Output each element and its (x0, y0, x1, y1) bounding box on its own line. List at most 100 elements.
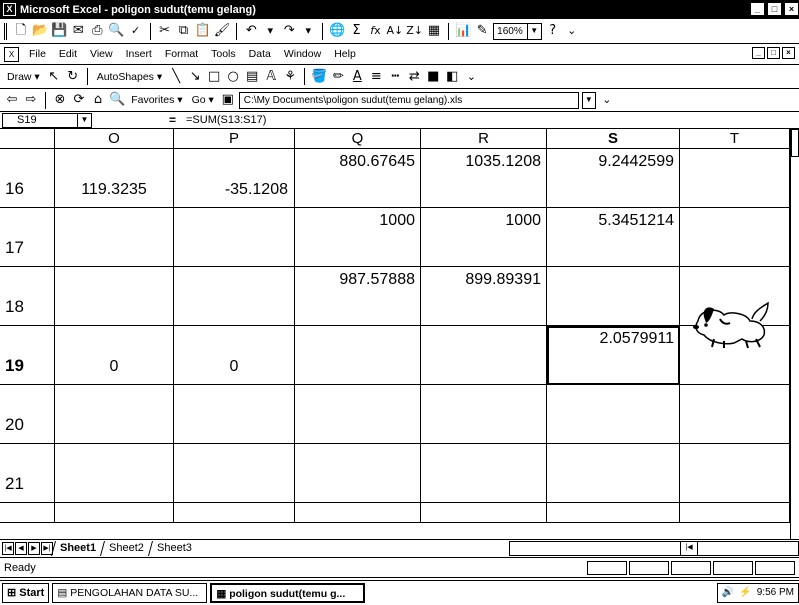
oval-icon[interactable]: ○ (225, 68, 241, 86)
cell-p19[interactable]: 0 (174, 326, 295, 385)
print-preview-icon[interactable]: 🔍 (108, 22, 124, 40)
zoom-combo[interactable]: 160% ▼ (493, 22, 542, 40)
save-icon[interactable]: 💾 (51, 22, 67, 40)
arrow-icon[interactable]: ↘ (187, 68, 203, 86)
cell-p16[interactable]: -35.1208 (174, 149, 295, 208)
textbox-icon[interactable]: ▤ (244, 68, 260, 86)
cell-r20[interactable] (421, 385, 547, 444)
row-header-19[interactable]: 19 (0, 326, 55, 385)
close-button[interactable]: × (784, 2, 799, 16)
cell-s18[interactable] (547, 267, 680, 326)
cell-o21[interactable] (55, 444, 174, 503)
minimize-button[interactable]: _ (750, 2, 765, 16)
clock[interactable]: 9:56 PM (757, 584, 794, 602)
menu-insert[interactable]: Insert (121, 48, 157, 60)
copy-icon[interactable]: ⧉ (176, 22, 192, 40)
menu-window[interactable]: Window (279, 48, 326, 60)
refresh-icon[interactable]: ⟳ (71, 91, 87, 109)
stop-icon[interactable]: ⊗ (52, 91, 68, 109)
maximize-button[interactable]: □ (767, 2, 782, 16)
cell-o16[interactable]: 119.3235 (55, 149, 174, 208)
toolbar-grip[interactable] (4, 22, 7, 40)
toolbar-options-icon[interactable]: ⌄ (564, 22, 580, 40)
line-icon[interactable]: ╲ (168, 68, 184, 86)
formula-input[interactable]: =SUM(S13:S17) (182, 114, 266, 126)
cell-p18[interactable] (174, 267, 295, 326)
free-rotate-icon[interactable]: ↻ (65, 68, 81, 86)
row-header-17[interactable]: 17 (0, 208, 55, 267)
cell-r18[interactable]: 899.89391 (421, 267, 547, 326)
cell-o18[interactable] (55, 267, 174, 326)
row-header-20[interactable]: 20 (0, 385, 55, 444)
toolbar-options-icon[interactable]: ⌄ (599, 91, 615, 109)
cell-s21[interactable] (547, 444, 680, 503)
cell-t16[interactable] (680, 149, 790, 208)
wordart-icon[interactable]: 𝔸 (263, 68, 279, 86)
cell-q17[interactable]: 1000 (295, 208, 421, 267)
taskbar-item-word[interactable]: ▤ PENGOLAHAN DATA SU... (52, 583, 208, 603)
column-header-t[interactable]: T (680, 129, 790, 149)
cell-partial[interactable] (174, 503, 295, 523)
network-icon[interactable]: ⚡ (739, 584, 751, 602)
row-header-partial[interactable] (0, 503, 55, 523)
excel-app-icon[interactable]: X (3, 3, 16, 16)
column-header-r[interactable]: R (421, 129, 547, 149)
scrollbar-thumb[interactable]: |◀ (680, 542, 698, 555)
cut-icon[interactable]: ✂ (157, 22, 173, 40)
sheet-tab-3[interactable]: Sheet3 (147, 541, 200, 556)
workbook-minimize-button[interactable]: _ (752, 47, 765, 59)
toolbar-options-icon[interactable]: ⌄ (463, 68, 479, 86)
cell-o20[interactable] (55, 385, 174, 444)
redo-icon[interactable]: ↷ (281, 22, 297, 40)
volume-icon[interactable]: 🔊 (722, 584, 734, 602)
cell-r16[interactable]: 1035.1208 (421, 149, 547, 208)
rectangle-icon[interactable]: □ (206, 68, 222, 86)
menu-edit[interactable]: Edit (54, 48, 82, 60)
select-objects-icon[interactable]: ↖ (46, 68, 62, 86)
drawing-icon[interactable]: ✎ (474, 22, 490, 40)
address-dropdown[interactable]: ▼ (581, 91, 596, 109)
select-all-corner[interactable] (0, 129, 55, 149)
workbook-icon[interactable]: X (4, 46, 19, 62)
horizontal-scrollbar[interactable]: |◀ (509, 541, 799, 556)
cell-t21[interactable] (680, 444, 790, 503)
search-web-icon[interactable]: 🔍 (109, 91, 125, 109)
help-icon[interactable]: ? (545, 22, 561, 40)
format-painter-icon[interactable]: 🖌 (214, 22, 231, 40)
cell-partial[interactable] (547, 503, 680, 523)
cell-p20[interactable] (174, 385, 295, 444)
cell-r17[interactable]: 1000 (421, 208, 547, 267)
home-icon[interactable]: ⌂ (90, 91, 106, 109)
cell-p21[interactable] (174, 444, 295, 503)
column-header-q[interactable]: Q (295, 129, 421, 149)
sheet-tab-2[interactable]: Sheet2 (100, 541, 152, 556)
autoshapes-menu[interactable]: AutoShapes ▾ (94, 71, 165, 83)
cell-r19[interactable] (421, 326, 547, 385)
cell-s17[interactable]: 5.3451214 (547, 208, 680, 267)
autofilter-icon[interactable]: ▦ (426, 22, 442, 40)
spelling-icon[interactable]: ✓ (128, 22, 144, 40)
row-header-18[interactable]: 18 (0, 267, 55, 326)
print-icon[interactable]: ⎙ (89, 22, 105, 40)
cell-o17[interactable] (55, 208, 174, 267)
line-color-icon[interactable]: ✏ (330, 68, 346, 86)
next-sheet-icon[interactable]: ▶ (28, 542, 40, 555)
dash-style-icon[interactable]: ┅ (387, 68, 403, 86)
clipart-icon[interactable]: ⚘ (282, 68, 298, 86)
open-icon[interactable]: 📂 (32, 22, 48, 40)
menu-help[interactable]: Help (329, 48, 361, 60)
taskbar-item-excel[interactable]: ▦ poligon sudut(temu g... (210, 583, 366, 603)
show-only-web-toolbar-icon[interactable]: ▣ (220, 91, 236, 109)
cell-q18[interactable]: 987.57888 (295, 267, 421, 326)
undo-icon[interactable]: ↶ (243, 22, 259, 40)
cell-partial[interactable] (680, 503, 790, 523)
cell-s16[interactable]: 9.2442599 (547, 149, 680, 208)
office-assistant-dog[interactable] (690, 299, 774, 349)
chart-wizard-icon[interactable]: 📊 (455, 22, 471, 40)
paste-icon[interactable]: 📋 (195, 22, 211, 40)
name-box[interactable]: S19 ▼ (2, 112, 92, 128)
sort-ascending-icon[interactable]: A↓ (386, 22, 403, 40)
workbook-close-button[interactable]: × (782, 47, 795, 59)
cell-t17[interactable] (680, 208, 790, 267)
arrow-style-icon[interactable]: ⇄ (406, 68, 422, 86)
